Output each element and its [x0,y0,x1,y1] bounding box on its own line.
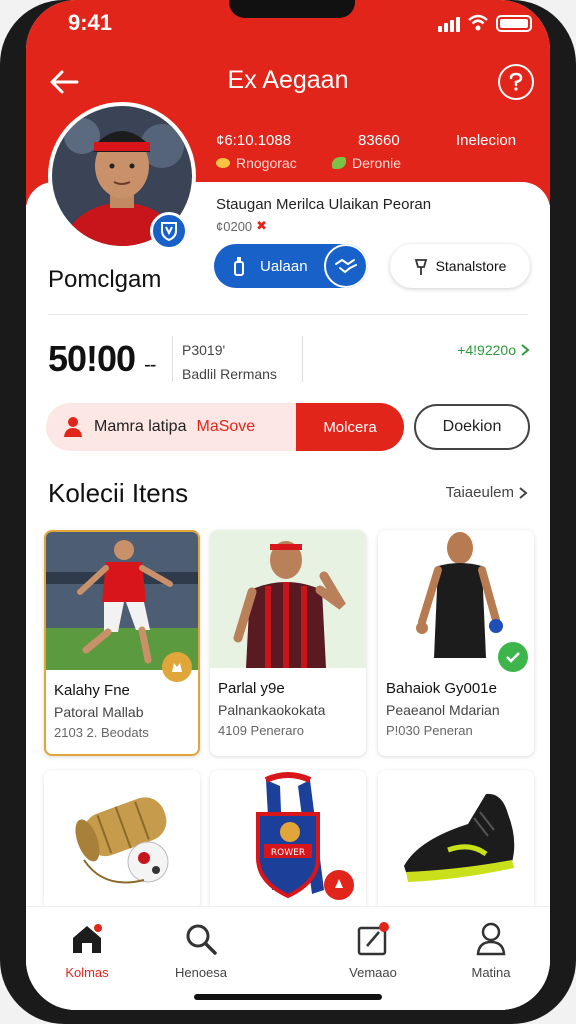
football-boot-icon [378,770,534,910]
stat-points-value: 83660 [358,132,400,149]
profile-meta: ¢0200 ✖ [216,218,267,234]
secondary-action-button[interactable]: Stanalstore [390,244,530,288]
summary-value: 50!00 -- [48,338,156,380]
home-icon [73,924,102,953]
summary-info-bottom: Badlil Rermans [182,366,277,382]
shield-badge-icon [150,212,188,250]
outline-button[interactable]: Doekion [414,404,530,450]
summary-big-suffix: -- [144,354,156,376]
player-action-image [46,532,198,670]
notes-icon [357,922,389,956]
divider-vertical [302,336,303,382]
signal-icon [438,17,460,32]
item-subtitle: Peaeanol Mdarian [386,702,500,718]
chevron-right-icon [521,344,530,356]
collection-item[interactable]: ROWER [210,770,366,910]
divider-vertical [172,336,173,382]
star-badge-icon [162,652,192,682]
summary-info: P3019' Badlil Rermans [182,338,277,386]
stat-coins: ¢6:10.1088 Rnogorac [216,132,297,171]
summary-link-label: +4!9220o [457,342,516,358]
help-button[interactable] [498,64,534,100]
home-indicator[interactable] [194,994,382,1000]
stat-selection: Inelecion [456,132,516,149]
action-bar-button[interactable]: Molcera [296,403,404,451]
scarf-badge-text: ROWER [271,848,305,858]
tab-home[interactable]: Kolmas [42,921,132,980]
search-icon [186,924,217,955]
profile-meta-value: ¢0200 [216,218,253,234]
tab-label: Kolmas [65,965,109,980]
divider [48,314,528,315]
collection-item[interactable]: Bahaiok Gy001e Peaeanol Mdarian P!030 Pe… [378,530,534,756]
help-icon [509,72,523,91]
primary-action-label: Ualaan [260,257,308,275]
action-bar-highlight: MaSove [196,418,256,435]
phone-frame: 9:41 Ex Aegaan ¢6:10.1088 Rnogorac 83660… [0,0,576,1024]
stat-selection-value: Inelecion [456,132,517,149]
item-meta: 4109 Peneraro [218,723,305,738]
status-icons [438,14,532,32]
ball-bag-icon [44,770,200,910]
pin-icon [414,259,427,275]
item-title: Parlal y9e [218,680,285,697]
secondary-action-label: Stanalstore [435,258,507,274]
tab-label: Vemaao [349,965,397,980]
page-title: Ex Aegaan [227,66,349,94]
check-badge-icon [498,642,528,672]
tab-account[interactable]: Matina [446,921,536,980]
item-meta: 2103 2. Beodats [54,725,149,740]
wifi-icon [468,14,488,31]
player-portrait-image [210,530,366,668]
collection-item[interactable]: Kalahy Fne Patoral Mallab 2103 2. Beodat… [44,530,200,756]
leaf-icon [332,157,346,169]
handshake-icon [335,258,357,274]
collection-item[interactable] [44,770,200,910]
flame-badge-icon [324,870,354,900]
chevron-right-icon [519,486,528,499]
action-bar-label: Mamra latipa [94,418,187,435]
see-all-link[interactable]: Taiaeulem [446,484,528,501]
stat-coins-value: ¢6:10.1088 [216,132,292,149]
collection-item[interactable]: Parlal y9e Palnankaokokata 4109 Peneraro [210,530,366,756]
item-subtitle: Palnankaokokata [218,702,326,718]
player-name: Pomclgam [48,266,162,293]
status-time: 9:41 [68,10,113,35]
collection-item[interactable] [378,770,534,910]
tab-search[interactable]: Henoesa [156,921,246,980]
user-icon [476,922,506,956]
battery-icon [496,15,532,32]
tab-label: Henoesa [174,965,228,980]
stat-points: 83660 Deronie [332,132,401,171]
see-all-label: Taiaeulem [445,484,514,501]
tab-label: Matina [471,965,511,980]
primary-action-button[interactable]: Ualaan [214,244,368,288]
screen: 9:41 Ex Aegaan ¢6:10.1088 Rnogorac 83660… [26,0,550,1010]
person-icon [64,417,82,437]
cross-icon: ✖ [256,218,268,233]
stat-coins-label: Rnogorac [236,155,297,171]
summary-link[interactable]: +4!9220o [457,342,530,358]
action-bar[interactable]: Mamra latipa MaSove Molcera [46,403,404,451]
notch [229,0,355,18]
item-subtitle: Patoral Mallab [54,704,144,720]
summary-info-top: P3019' [182,342,226,358]
coin-icon [216,158,230,168]
stat-points-label: Deronie [352,155,402,171]
item-title: Bahaiok Gy001e [386,680,497,697]
profile-description: Staugan Merilca Ulaikan Peoran [216,196,432,213]
bottle-icon [234,257,244,276]
summary-big-value: 50!00 [48,338,136,379]
item-meta: P!030 Peneran [386,723,473,738]
tab-notes[interactable]: Vemaao [328,921,418,980]
section-title: Kolecii Itens [48,478,189,508]
handshake-button[interactable] [324,244,368,288]
